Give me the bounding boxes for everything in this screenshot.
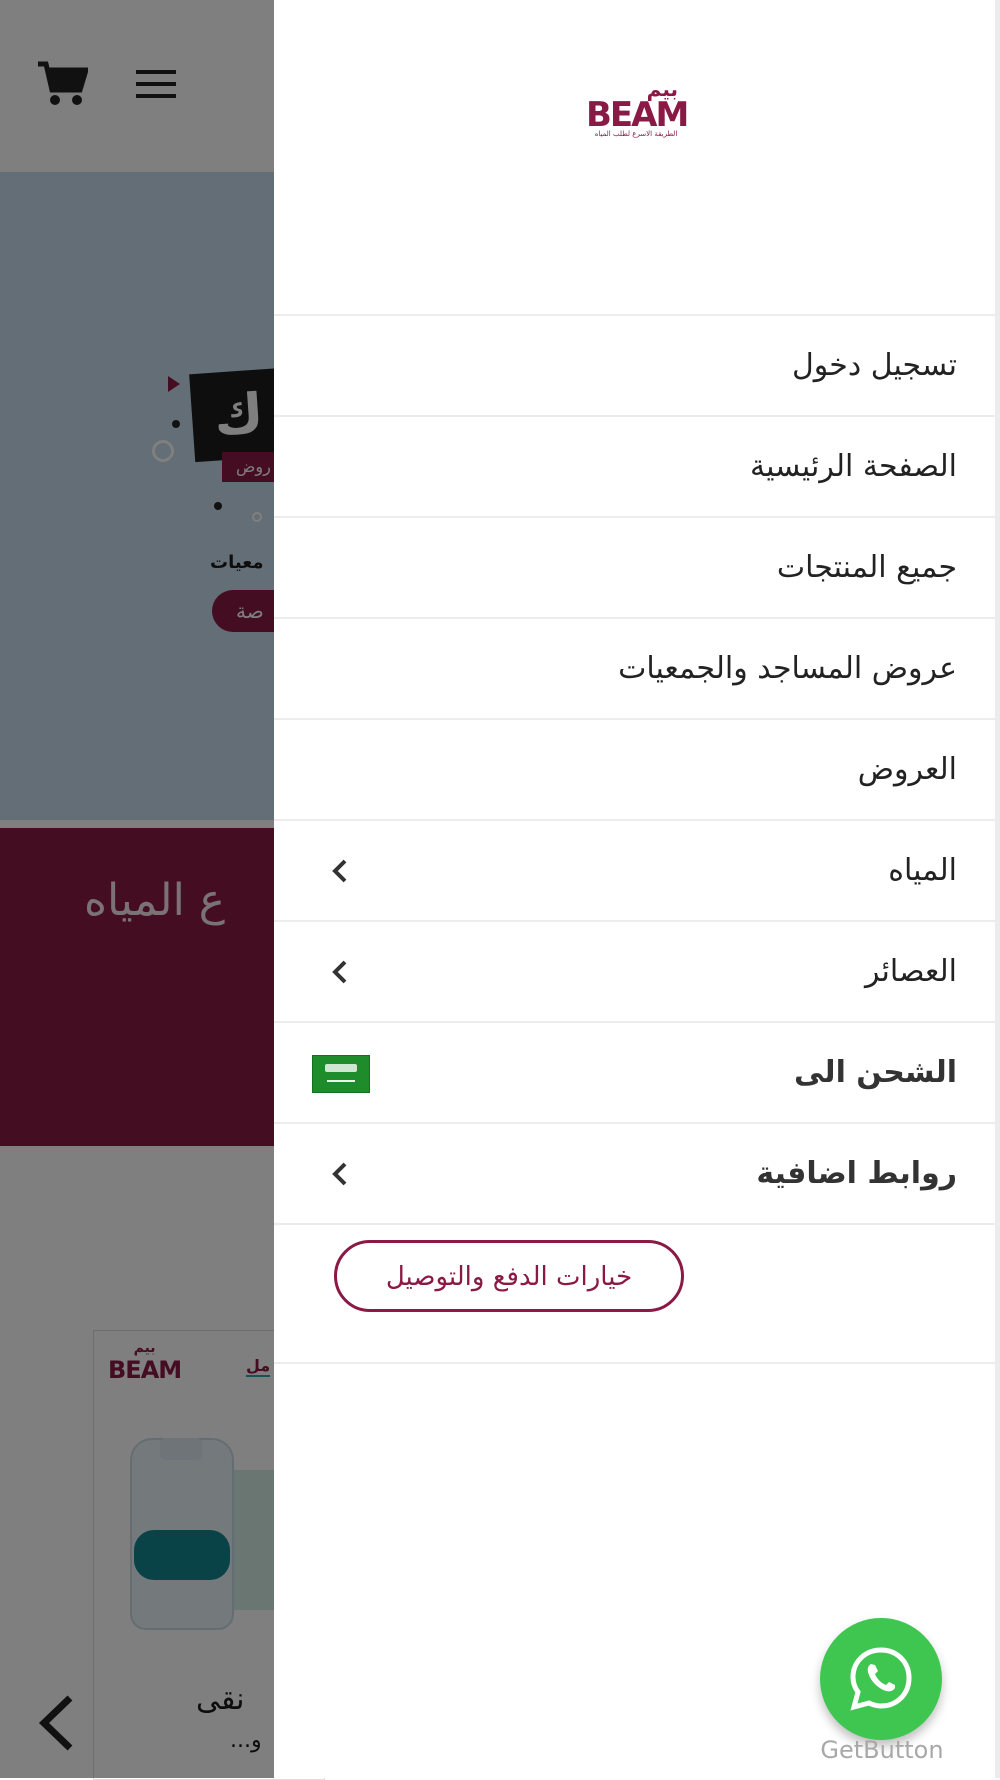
saudi-arabia-flag-icon[interactable] — [312, 1055, 370, 1093]
whatsapp-icon — [850, 1647, 912, 1711]
flag-script — [325, 1064, 357, 1072]
chevron-left-icon[interactable] — [326, 1160, 354, 1188]
menu-item-ship-to[interactable]: الشحن الى — [274, 1023, 995, 1124]
menu-item-all-products[interactable]: جميع المنتجات — [274, 518, 995, 619]
menu-item-label: تسجيل دخول — [792, 348, 957, 383]
chevron-left-icon[interactable] — [326, 958, 354, 986]
chevron-left-icon[interactable] — [326, 857, 354, 885]
menu-item-label: روابط اضافية — [756, 1156, 957, 1191]
menu-item-label: العصائر — [864, 954, 957, 989]
menu-item-login[interactable]: تسجيل دخول — [274, 316, 995, 417]
drawer-edge — [995, 0, 1000, 1778]
menu-item-label: العروض — [857, 752, 957, 787]
menu-item-offers[interactable]: العروض — [274, 720, 995, 821]
navigation-drawer: بيم BEAM الطريقة الاسرع لطلب المياه تسجي… — [274, 0, 1000, 1778]
whatsapp-button[interactable] — [820, 1618, 942, 1740]
flag-sword — [327, 1080, 355, 1082]
menu-item-water[interactable]: المياه — [274, 821, 995, 922]
payment-delivery-options-button[interactable]: خيارات الدفع والتوصيل — [334, 1240, 684, 1312]
payment-delivery-section: خيارات الدفع والتوصيل — [274, 1210, 995, 1364]
menu-item-label: الشحن الى — [793, 1055, 957, 1090]
brand-logo[interactable]: بيم BEAM الطريقة الاسرع لطلب المياه — [586, 78, 689, 138]
drawer-menu: تسجيل دخول الصفحة الرئيسية جميع المنتجات… — [274, 314, 995, 1225]
menu-item-home[interactable]: الصفحة الرئيسية — [274, 417, 995, 518]
menu-item-mosques-offers[interactable]: عروض المساجد والجمعيات — [274, 619, 995, 720]
menu-item-label: عروض المساجد والجمعيات — [618, 651, 957, 686]
menu-item-label: الصفحة الرئيسية — [750, 449, 957, 484]
menu-item-label: المياه — [888, 853, 957, 888]
menu-item-label: جميع المنتجات — [776, 550, 957, 585]
menu-item-juices[interactable]: العصائر — [274, 922, 995, 1023]
getbutton-caption[interactable]: GetButton — [810, 1736, 954, 1764]
